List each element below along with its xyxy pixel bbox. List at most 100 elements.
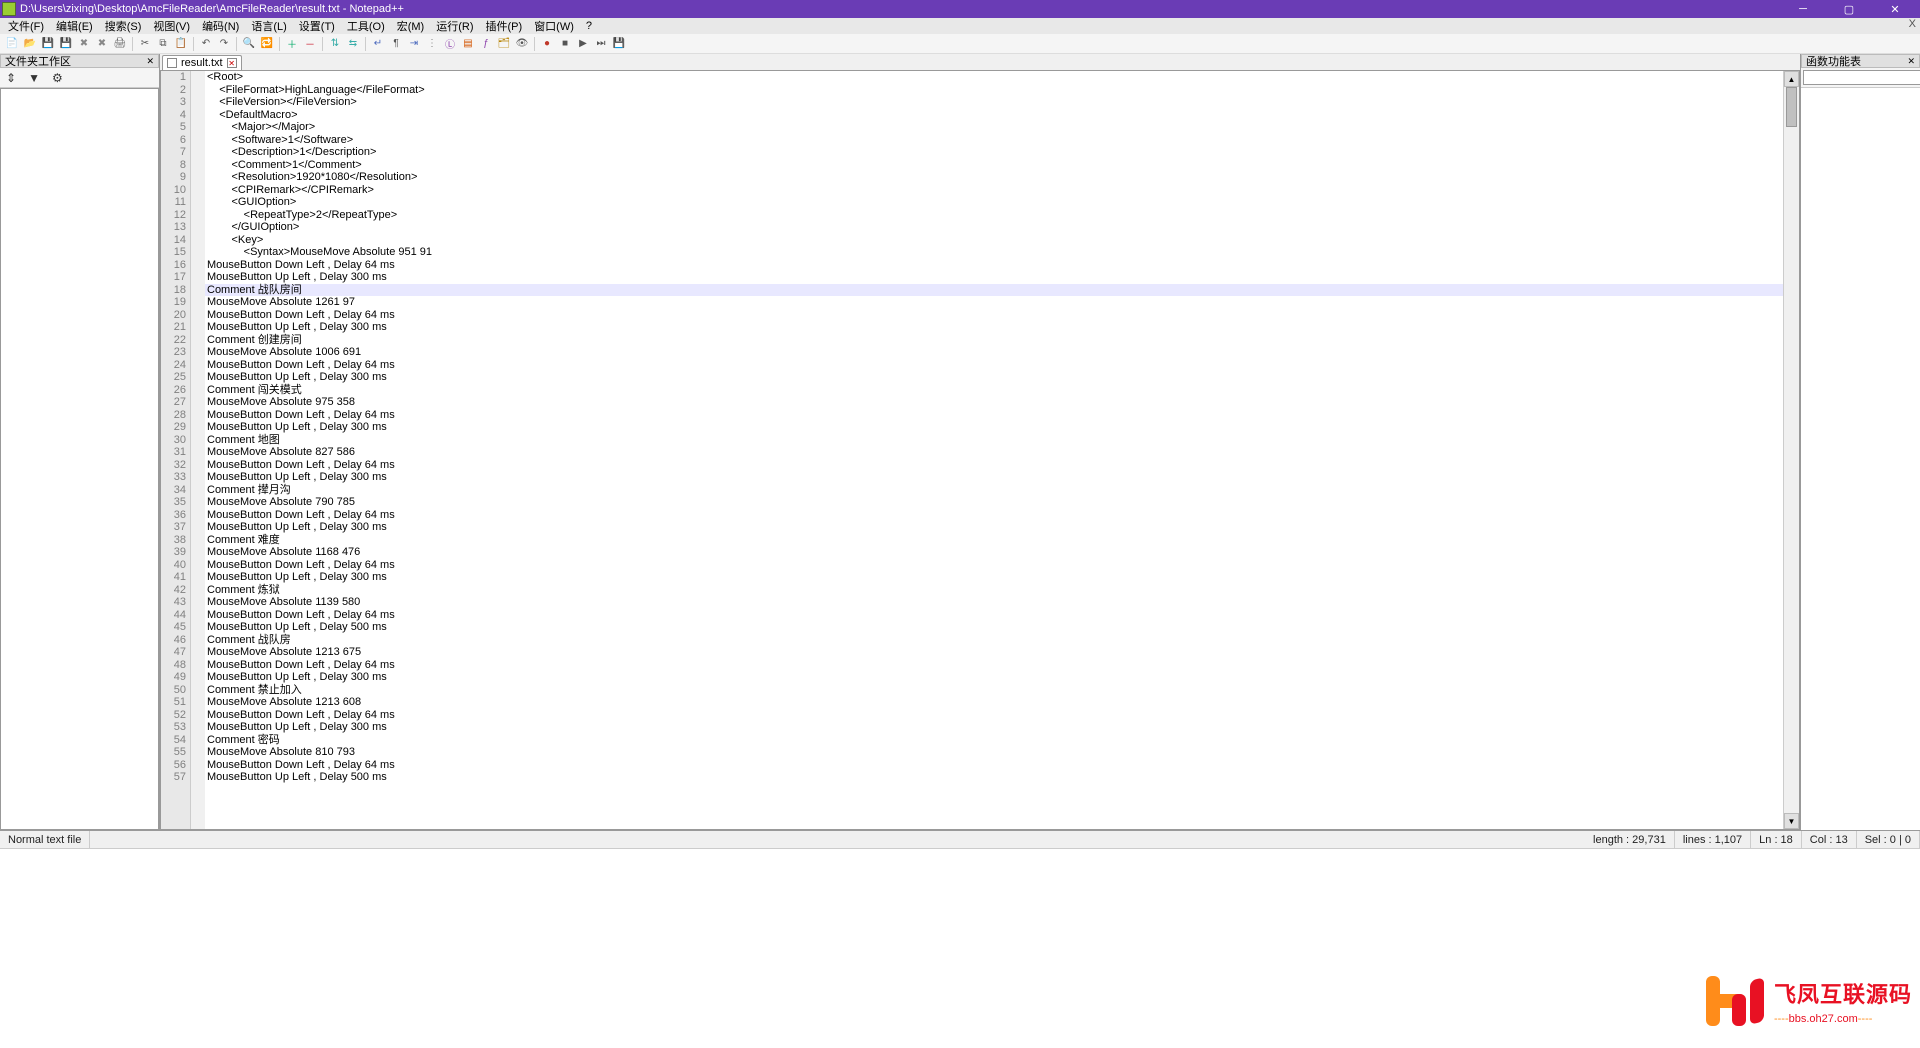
code-line[interactable]: MouseMove Absolute 790 785 [205, 496, 1783, 509]
code-line[interactable]: Comment 地图 [205, 434, 1783, 447]
all-chars-icon[interactable]: ¶ [388, 36, 404, 52]
code-line[interactable]: MouseMove Absolute 1139 580 [205, 596, 1783, 609]
code-line[interactable]: MouseButton Up Left , Delay 300 ms [205, 521, 1783, 534]
code-line[interactable]: MouseButton Down Left , Delay 64 ms [205, 409, 1783, 422]
menu-设置t[interactable]: 设置(T) [293, 18, 341, 34]
code-line[interactable]: Comment 密码 [205, 734, 1783, 747]
wrap-icon[interactable]: ↵ [370, 36, 386, 52]
menu-编辑e[interactable]: 编辑(E) [50, 18, 99, 34]
code-line[interactable]: Comment 难度 [205, 534, 1783, 547]
code-line[interactable]: MouseMove Absolute 827 586 [205, 446, 1783, 459]
doc-close-x[interactable]: X [1909, 18, 1916, 30]
code-line[interactable]: MouseButton Up Left , Delay 300 ms [205, 421, 1783, 434]
menu-视图v[interactable]: 视图(V) [147, 18, 196, 34]
code-line[interactable]: MouseButton Up Left , Delay 300 ms [205, 671, 1783, 684]
code-line[interactable]: <Software>1</Software> [205, 134, 1783, 147]
menu-运行r[interactable]: 运行(R) [430, 18, 479, 34]
code-line[interactable]: <Syntax>MouseMove Absolute 951 91 [205, 246, 1783, 259]
code-line[interactable]: MouseMove Absolute 810 793 [205, 746, 1783, 759]
code-line[interactable]: <Root> [205, 71, 1783, 84]
scroll-down-icon[interactable]: ▼ [1784, 813, 1799, 829]
code-line[interactable]: MouseMove Absolute 1213 675 [205, 646, 1783, 659]
code-line[interactable]: MouseMove Absolute 1261 97 [205, 296, 1783, 309]
scroll-up-icon[interactable]: ▲ [1784, 71, 1799, 87]
code-line[interactable]: Comment 撵月沟 [205, 484, 1783, 497]
stop-icon[interactable]: ■ [557, 36, 573, 52]
close-button[interactable]: ✕ [1872, 0, 1918, 18]
code-line[interactable]: MouseButton Down Left , Delay 64 ms [205, 459, 1783, 472]
save-icon[interactable]: 💾 [40, 36, 56, 52]
lang-icon[interactable]: Ⓛ [442, 36, 458, 52]
find-icon[interactable]: 🔍 [241, 36, 257, 52]
code-line[interactable]: <CPIRemark></CPIRemark> [205, 184, 1783, 197]
save-macro-icon[interactable]: 💾 [611, 36, 627, 52]
code-line[interactable]: MouseButton Down Left , Delay 64 ms [205, 559, 1783, 572]
close-icon[interactable]: ✖ [76, 36, 92, 52]
minimize-button[interactable]: ─ [1780, 0, 1826, 18]
doc-map-icon[interactable]: ▤ [460, 36, 476, 52]
function-list-tree[interactable] [1801, 88, 1920, 830]
code-line[interactable]: MouseButton Up Left , Delay 300 ms [205, 721, 1783, 734]
menu-工具o[interactable]: 工具(O) [341, 18, 391, 34]
menu-语言l[interactable]: 语言(L) [245, 18, 292, 34]
code-line[interactable]: MouseButton Up Left , Delay 300 ms [205, 271, 1783, 284]
func-list-icon[interactable]: ƒ [478, 36, 494, 52]
function-search-input[interactable] [1803, 70, 1920, 85]
maximize-button[interactable]: ▢ [1826, 0, 1872, 18]
code-line[interactable]: <Description>1</Description> [205, 146, 1783, 159]
code-line[interactable]: </GUIOption> [205, 221, 1783, 234]
panel-close-icon[interactable]: ✕ [146, 56, 154, 67]
code-line[interactable]: MouseButton Down Left , Delay 64 ms [205, 659, 1783, 672]
code-line[interactable]: Comment 战队房 [205, 634, 1783, 647]
code-line[interactable]: MouseButton Down Left , Delay 64 ms [205, 359, 1783, 372]
monitor-icon[interactable]: 👁 [514, 36, 530, 52]
menu-文件f[interactable]: 文件(F) [2, 18, 50, 34]
record-icon[interactable]: ● [539, 36, 555, 52]
code-line[interactable]: MouseMove Absolute 1213 608 [205, 696, 1783, 709]
code-line[interactable]: MouseButton Up Left , Delay 300 ms [205, 471, 1783, 484]
code-line[interactable]: Comment 创建房间 [205, 334, 1783, 347]
code-line[interactable]: MouseMove Absolute 1006 691 [205, 346, 1783, 359]
code-line[interactable]: Comment 炼狱 [205, 584, 1783, 597]
sync-h-icon[interactable]: ⇆ [345, 36, 361, 52]
code-line[interactable]: MouseButton Down Left , Delay 64 ms [205, 759, 1783, 772]
menu-插件p[interactable]: 插件(P) [480, 18, 529, 34]
menu-搜索s[interactable]: 搜索(S) [99, 18, 148, 34]
code-line[interactable]: MouseButton Up Left , Delay 300 ms [205, 321, 1783, 334]
code-line[interactable]: <FileVersion></FileVersion> [205, 96, 1783, 109]
code-line[interactable]: MouseButton Down Left , Delay 64 ms [205, 309, 1783, 322]
copy-icon[interactable]: ⧉ [155, 36, 171, 52]
paste-icon[interactable]: 📋 [173, 36, 189, 52]
panel-collapse-icon[interactable]: ▼ [28, 71, 40, 85]
indent-icon[interactable]: ⇥ [406, 36, 422, 52]
new-file-icon[interactable]: 📄 [4, 36, 20, 52]
code-line[interactable]: Comment 战队房间 [205, 284, 1783, 297]
play-icon[interactable]: ▶ [575, 36, 591, 52]
print-icon[interactable]: 🖨 [112, 36, 128, 52]
code-line[interactable]: Comment 闯关模式 [205, 384, 1783, 397]
redo-icon[interactable]: ↷ [216, 36, 232, 52]
code-line[interactable]: <Major></Major> [205, 121, 1783, 134]
code-line[interactable]: <RepeatType>2</RepeatType> [205, 209, 1783, 222]
panel-close-icon[interactable]: ✕ [1907, 56, 1915, 67]
panel-gear-icon[interactable]: ⚙ [52, 71, 63, 85]
menu-宏m[interactable]: 宏(M) [391, 18, 431, 34]
code-line[interactable]: MouseButton Up Left , Delay 300 ms [205, 571, 1783, 584]
guide-icon[interactable]: ⋮ [424, 36, 440, 52]
zoom-in-icon[interactable]: ＋ [284, 36, 300, 52]
code-line[interactable]: MouseButton Down Left , Delay 64 ms [205, 709, 1783, 722]
code-line[interactable]: <Key> [205, 234, 1783, 247]
panel-updown-icon[interactable]: ⇕ [6, 71, 16, 85]
folder-workspace-tree[interactable] [0, 88, 159, 830]
code-line[interactable]: MouseButton Up Left , Delay 500 ms [205, 771, 1783, 784]
code-line[interactable]: MouseButton Down Left , Delay 64 ms [205, 509, 1783, 522]
undo-icon[interactable]: ↶ [198, 36, 214, 52]
code-line[interactable]: MouseMove Absolute 1168 476 [205, 546, 1783, 559]
code-line[interactable]: MouseButton Up Left , Delay 500 ms [205, 621, 1783, 634]
close-all-icon[interactable]: ✖ [94, 36, 110, 52]
code-line[interactable]: <FileFormat>HighLanguage</FileFormat> [205, 84, 1783, 97]
menu-?[interactable]: ? [580, 20, 598, 32]
code-line[interactable]: <Comment>1</Comment> [205, 159, 1783, 172]
code-line[interactable]: MouseButton Down Left , Delay 64 ms [205, 259, 1783, 272]
code-line[interactable]: <DefaultMacro> [205, 109, 1783, 122]
